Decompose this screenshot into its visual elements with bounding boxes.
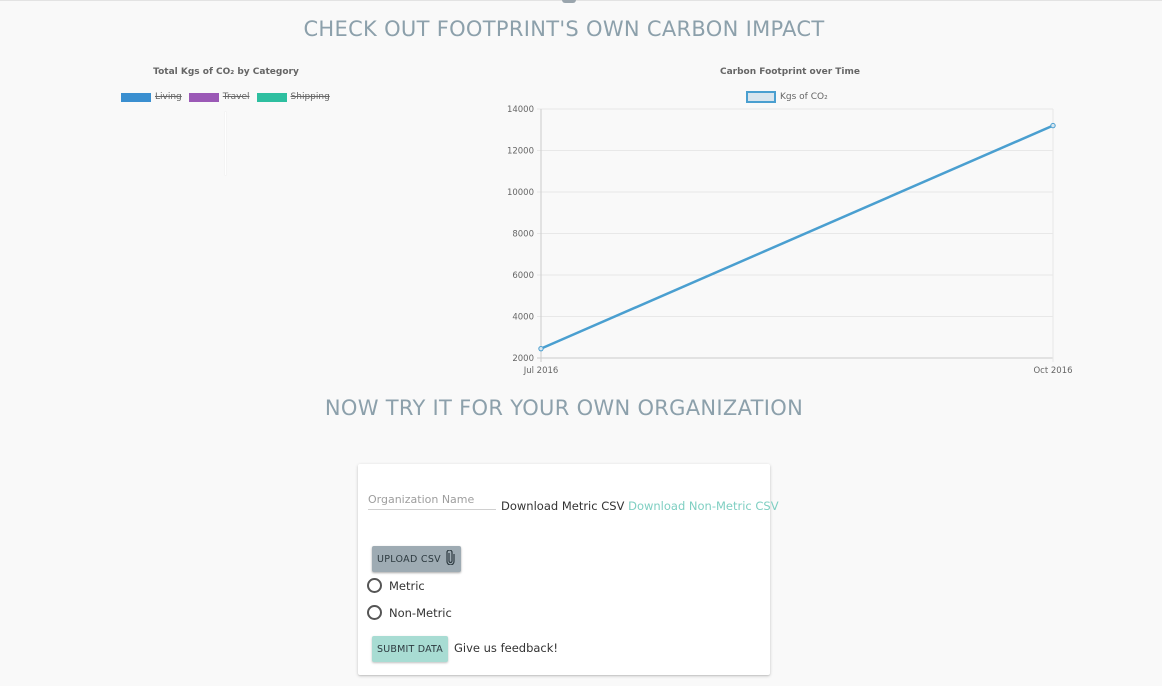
legend-swatch-living xyxy=(121,92,151,102)
paperclip-icon xyxy=(446,549,455,568)
legend-label-travel: Travel xyxy=(222,92,250,102)
metric-radio-option[interactable]: Metric xyxy=(367,578,425,593)
metric-radio[interactable] xyxy=(367,578,382,593)
pie-chart-empty-area xyxy=(225,112,226,175)
x-tick-label: Jul 2016 xyxy=(523,366,559,376)
x-tick-label: Oct 2016 xyxy=(1033,366,1072,376)
data-point xyxy=(1050,122,1056,129)
download-nonmetric-csv-link[interactable]: Download Non-Metric CSV xyxy=(628,499,779,513)
line-chart-title: Carbon Footprint over Time xyxy=(720,67,860,77)
feedback-link[interactable]: Give us feedback! xyxy=(454,641,558,655)
upload-csv-label: UPLOAD CSV xyxy=(377,553,441,565)
legend-label-living: Living xyxy=(155,92,182,102)
data-point xyxy=(538,345,544,352)
legend-label-shipping: Shipping xyxy=(290,92,330,102)
y-tick-label: 4000 xyxy=(512,313,534,323)
y-tick-label: 2000 xyxy=(512,354,534,364)
y-tick-label: 8000 xyxy=(512,230,534,240)
line-chart: 2000 4000 6000 8000 10000 12000 14000 Jul 2016 O… xyxy=(507,105,1073,376)
own-impact-heading: CHECK OUT FOOTPRINT'S OWN CARBON IMPACT xyxy=(303,17,825,41)
pie-chart-title: Total Kgs of CO₂ by Category xyxy=(153,67,299,77)
nonmetric-radio-label: Non-Metric xyxy=(389,605,452,620)
organization-name-input[interactable] xyxy=(368,490,496,510)
legend-item-shipping[interactable]: Shipping xyxy=(256,92,330,102)
pie-chart-legend: Living Travel Shipping xyxy=(121,92,337,102)
y-tick-label: 6000 xyxy=(512,271,534,281)
legend-swatch-shipping xyxy=(256,92,287,102)
nonmetric-radio[interactable] xyxy=(367,605,382,620)
legend-item-living[interactable]: Living xyxy=(121,92,182,102)
legend-swatch-travel xyxy=(188,92,219,102)
try-it-heading: NOW TRY IT FOR YOUR OWN ORGANIZATION xyxy=(324,396,804,420)
y-tick-label: 10000 xyxy=(507,188,534,198)
csv-download-links: Download Metric CSV Download Non-Metric … xyxy=(501,499,779,513)
series-line xyxy=(540,124,1054,350)
upload-form-card: Download Metric CSV Download Non-Metric … xyxy=(358,464,779,675)
legend-item-travel[interactable]: Travel xyxy=(188,92,250,102)
upload-csv-button[interactable]: UPLOAD CSV xyxy=(372,546,461,572)
y-tick-label: 14000 xyxy=(507,105,534,115)
top-divider xyxy=(0,0,1162,1)
y-tick-label: 12000 xyxy=(507,147,534,157)
submit-data-button[interactable]: SUBMIT DATA xyxy=(372,636,448,662)
download-metric-csv-link[interactable]: Download Metric CSV xyxy=(501,499,624,513)
metric-radio-label: Metric xyxy=(389,578,425,593)
nonmetric-radio-option[interactable]: Non-Metric xyxy=(367,605,452,620)
top-nav-tab[interactable] xyxy=(562,0,576,3)
